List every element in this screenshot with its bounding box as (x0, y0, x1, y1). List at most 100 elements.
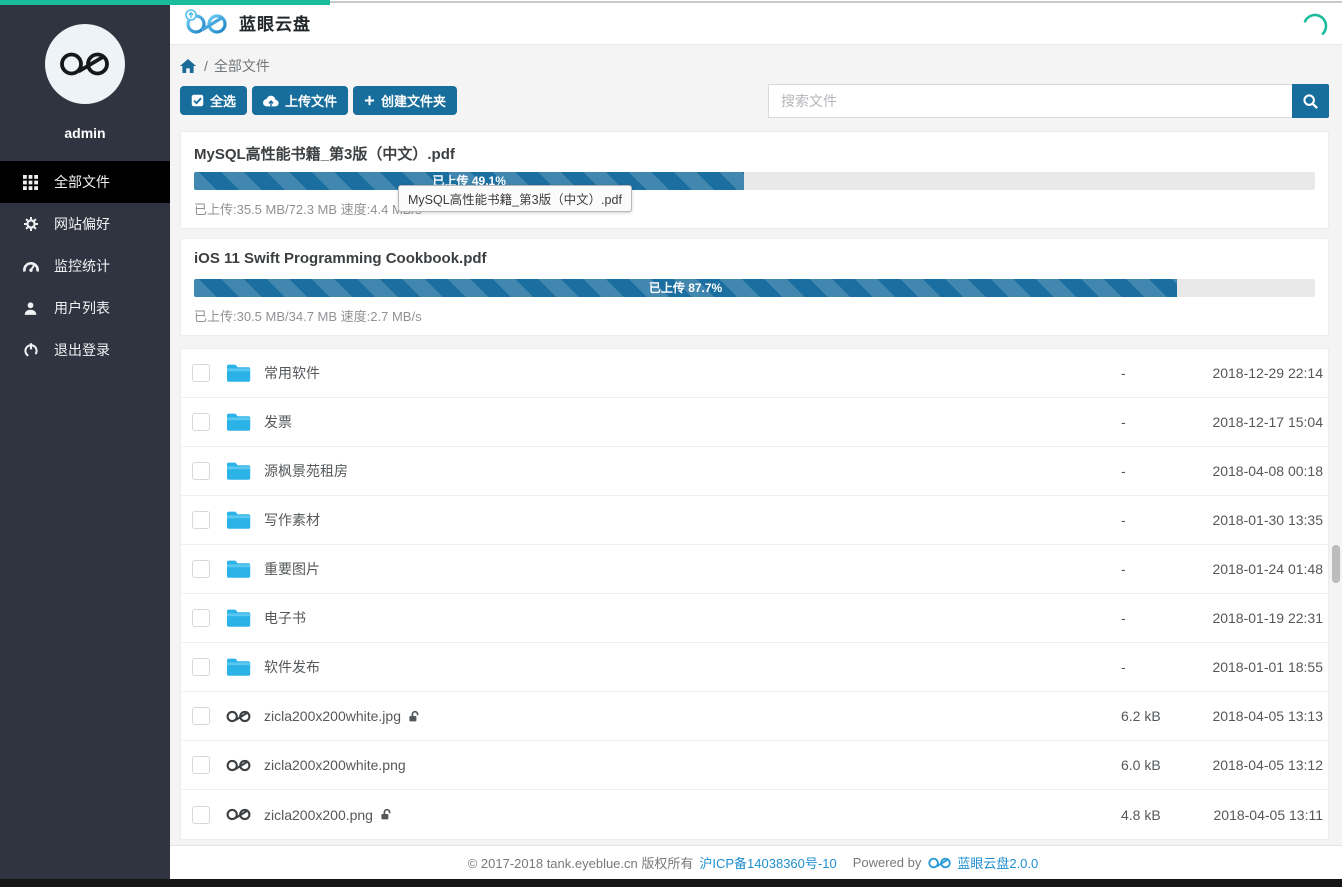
copyright-text: © 2017-2018 tank.eyeblue.cn 版权所有 (468, 853, 694, 872)
breadcrumb-current: 全部文件 (214, 56, 270, 76)
file-name[interactable]: zicla200x200white.png (264, 757, 406, 773)
table-row[interactable]: 源枫景苑租房 - 2018-04-08 00:18 (181, 447, 1328, 496)
file-name[interactable]: 发票 (264, 412, 292, 432)
sidebar-item-all-files[interactable]: 全部文件 (0, 161, 170, 203)
app-window: 蓝眼云盘 admin (0, 0, 1342, 887)
upload-file-name: iOS 11 Swift Programming Cookbook.pdf (194, 250, 1315, 270)
table-row[interactable]: zicla200x200.png 4.8 kB 2018-04-05 13:11 (181, 790, 1328, 839)
table-row[interactable]: 电子书 - 2018-01-19 22:31 (181, 594, 1328, 643)
upload-file-button[interactable]: 上传文件 (252, 86, 348, 115)
table-row[interactable]: zicla200x200white.jpg 6.2 kB 2018-04-05 … (181, 692, 1328, 741)
sidebar-item-label: 用户列表 (54, 298, 110, 318)
footer-logo-icon (927, 855, 953, 871)
checkbox-check-icon (191, 94, 204, 107)
breadcrumb-separator: / (204, 58, 208, 74)
app-logo-icon (183, 8, 229, 36)
create-folder-button[interactable]: 创建文件夹 (353, 86, 457, 115)
row-checkbox[interactable] (192, 560, 210, 578)
file-date: 2018-04-08 00:18 (1173, 463, 1323, 479)
sidebar-item-logout[interactable]: 退出登录 (0, 329, 170, 371)
avatar[interactable] (45, 24, 125, 104)
scrollbar-thumb[interactable] (1332, 545, 1340, 583)
home-icon[interactable] (180, 59, 196, 73)
table-row[interactable]: 软件发布 - 2018-01-01 18:55 (181, 643, 1328, 692)
file-size: - (1121, 659, 1173, 675)
folder-icon (226, 510, 252, 530)
table-row[interactable]: 写作素材 - 2018-01-30 13:35 (181, 496, 1328, 545)
file-name[interactable]: 常用软件 (264, 363, 320, 383)
image-file-icon (226, 806, 252, 823)
toolbar: 全选 上传文件 创建文件夹 (180, 84, 1329, 118)
progress-label: 已上传 87.7% (649, 281, 722, 295)
table-row[interactable]: 发票 - 2018-12-17 15:04 (181, 398, 1328, 447)
folder-icon (226, 608, 252, 628)
file-date: 2018-12-29 22:14 (1173, 365, 1323, 381)
file-date: 2018-01-24 01:48 (1173, 561, 1323, 577)
upload-card: iOS 11 Swift Programming Cookbook.pdf 已上… (180, 238, 1329, 336)
row-checkbox[interactable] (192, 413, 210, 431)
upload-card: MySQL高性能书籍_第3版（中文）.pdf 已上传 49.1% 已上传:35.… (180, 131, 1329, 229)
file-size: 4.8 kB (1121, 807, 1173, 823)
row-checkbox[interactable] (192, 806, 210, 824)
file-size: 6.2 kB (1121, 708, 1173, 724)
row-checkbox[interactable] (192, 658, 210, 676)
file-size: - (1121, 414, 1173, 430)
sidebar-item-site-preferences[interactable]: 网站偏好 (0, 203, 170, 245)
powered-by-text: Powered by (853, 855, 922, 870)
create-folder-label: 创建文件夹 (381, 91, 446, 110)
upload-detail: 已上传:35.5 MB/72.3 MB 速度:4.4 MB/s (194, 199, 1315, 215)
file-size: - (1121, 512, 1173, 528)
file-name[interactable]: zicla200x200white.jpg (264, 708, 401, 724)
sidebar-item-label: 退出登录 (54, 340, 110, 360)
file-date: 2018-01-30 13:35 (1173, 512, 1323, 528)
table-row[interactable]: 重要图片 - 2018-01-24 01:48 (181, 545, 1328, 594)
file-size: - (1121, 561, 1173, 577)
file-name[interactable]: zicla200x200.png (264, 807, 373, 823)
grid-icon (22, 174, 39, 191)
table-row[interactable]: 常用软件 - 2018-12-29 22:14 (181, 349, 1328, 398)
footer: © 2017-2018 tank.eyeblue.cn 版权所有 沪ICP备14… (170, 845, 1342, 879)
row-checkbox[interactable] (192, 609, 210, 627)
upload-detail: 已上传:30.5 MB/34.7 MB 速度:2.7 MB/s (194, 306, 1315, 322)
folder-icon (226, 412, 252, 432)
progress-track: 已上传 49.1% (194, 172, 1315, 190)
sidebar-item-monitoring-stats[interactable]: 监控统计 (0, 245, 170, 287)
folder-icon (226, 363, 252, 383)
username-label: admin (0, 125, 170, 141)
file-table: 常用软件 - 2018-12-29 22:14 发票 - 2018-12-17 … (180, 348, 1329, 840)
file-size: - (1121, 365, 1173, 381)
loading-spinner-icon (1300, 11, 1330, 46)
row-checkbox[interactable] (192, 364, 210, 382)
file-name[interactable]: 电子书 (264, 608, 306, 628)
select-all-label: 全选 (210, 91, 236, 110)
row-checkbox[interactable] (192, 511, 210, 529)
folder-icon (226, 559, 252, 579)
select-all-button[interactable]: 全选 (180, 86, 247, 115)
bottom-strip (0, 879, 1342, 887)
row-checkbox[interactable] (192, 707, 210, 725)
icp-link[interactable]: 沪ICP备14038360号-10 (699, 853, 836, 872)
file-date: 2018-04-05 13:13 (1173, 708, 1323, 724)
file-size: 6.0 kB (1121, 757, 1173, 773)
unlock-icon (380, 808, 393, 821)
row-checkbox[interactable] (192, 462, 210, 480)
unlock-icon (408, 710, 421, 723)
sidebar-item-user-list[interactable]: 用户列表 (0, 287, 170, 329)
upload-file-name: MySQL高性能书籍_第3版（中文）.pdf (194, 143, 1315, 163)
sidebar: admin 全部文件 (0, 0, 170, 879)
progress-bar: 已上传 87.7% (194, 279, 1177, 297)
search-input[interactable] (768, 84, 1292, 118)
brand-version-link[interactable]: 蓝眼云盘2.0.0 (957, 853, 1038, 872)
upload-list: MySQL高性能书籍_第3版（中文）.pdf 已上传 49.1% 已上传:35.… (180, 131, 1329, 336)
gauge-icon (22, 258, 39, 275)
table-row[interactable]: zicla200x200white.png 6.0 kB 2018-04-05 … (181, 741, 1328, 790)
file-date: 2018-04-05 13:12 (1173, 757, 1323, 773)
search-button[interactable] (1292, 84, 1329, 118)
file-name[interactable]: 写作素材 (264, 510, 320, 530)
file-name[interactable]: 源枫景苑租房 (264, 461, 348, 481)
file-name[interactable]: 重要图片 (264, 559, 320, 579)
row-checkbox[interactable] (192, 756, 210, 774)
cloud-upload-icon (263, 95, 279, 107)
file-name[interactable]: 软件发布 (264, 657, 320, 677)
file-date: 2018-01-01 18:55 (1173, 659, 1323, 675)
